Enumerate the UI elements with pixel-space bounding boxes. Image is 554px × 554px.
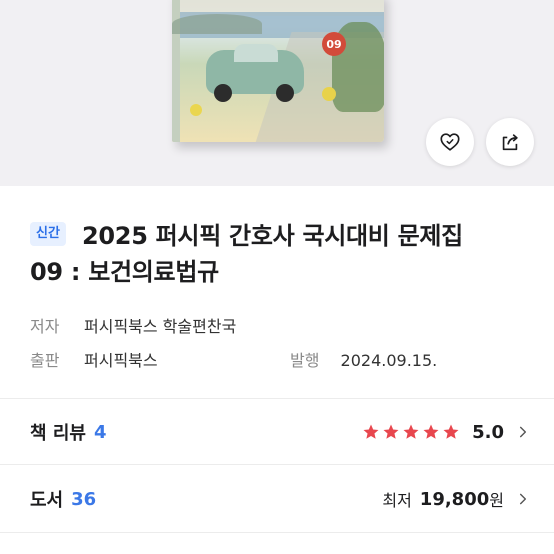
book-cover-image[interactable]: 09 — [172, 0, 384, 142]
volume-badge: 09 — [322, 32, 346, 56]
like-button[interactable] — [426, 118, 474, 166]
new-badge: 신간 — [30, 222, 66, 246]
divider — [0, 532, 554, 533]
books-count: 36 — [71, 488, 97, 510]
review-row[interactable]: 책 리뷰 4 5.0 — [30, 412, 530, 452]
heart-icon — [440, 133, 460, 151]
share-icon — [502, 134, 518, 151]
chevron-right-icon — [519, 426, 527, 438]
cover-area: 09 — [0, 0, 554, 186]
star-icon — [443, 424, 459, 439]
author-label: 저자 — [30, 317, 60, 336]
author-value[interactable]: 퍼시픽북스 학술편찬국 — [84, 313, 236, 337]
share-button[interactable] — [486, 118, 534, 166]
product-title: 2025 퍼시픽 간호사 국시대비 문제집 09 : 보건의료법규 — [30, 218, 540, 290]
books-row[interactable]: 도서 36 최저 19,800 원 — [30, 479, 530, 519]
title-line-2: 09 : 보건의료법규 — [30, 258, 219, 286]
product-info: 신간 2025 퍼시픽 간호사 국시대비 문제집 09 : 보건의료법규 — [30, 218, 540, 290]
rating-value: 5.0 — [472, 421, 504, 443]
publisher-value[interactable]: 퍼시픽북스 — [84, 347, 158, 371]
books-label: 도서 — [30, 490, 64, 511]
publisher-label: 출판 — [30, 351, 60, 370]
review-count: 4 — [93, 421, 107, 443]
chevron-right-icon — [519, 493, 527, 505]
date-label: 발행 — [290, 351, 320, 370]
star-icon — [383, 424, 399, 439]
star-rating — [362, 423, 462, 441]
review-label: 책 리뷰 — [30, 423, 86, 444]
price-unit: 원 — [489, 491, 504, 510]
lowest-price: 19,800 — [419, 488, 490, 510]
divider — [0, 398, 554, 399]
star-icon — [363, 424, 379, 439]
lowest-price-label: 최저 — [382, 491, 412, 510]
title-line-1: 2025 퍼시픽 간호사 국시대비 문제집 — [82, 222, 463, 250]
date-value: 2024.09.15. — [340, 351, 438, 370]
date-row: 발행 2024.09.15. — [290, 347, 437, 371]
star-icon — [403, 424, 419, 439]
divider — [0, 464, 554, 465]
star-icon — [423, 424, 439, 439]
